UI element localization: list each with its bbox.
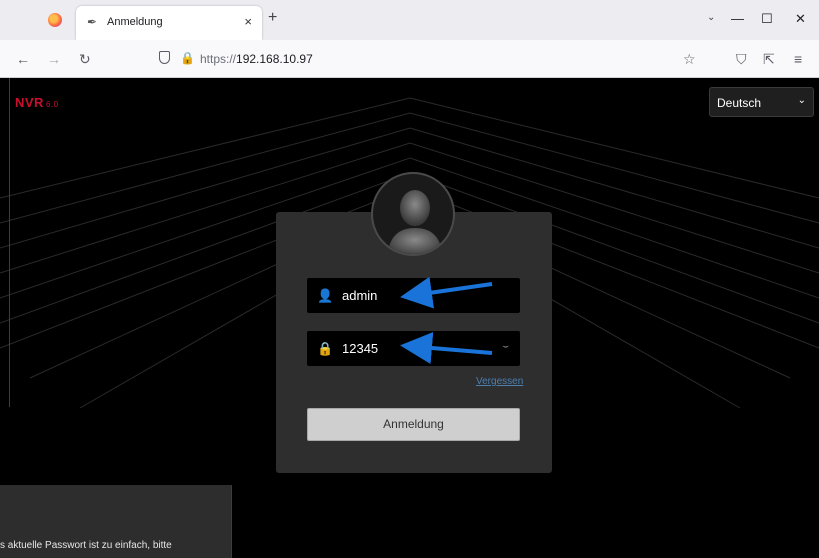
tab-close-icon[interactable]: ×	[244, 14, 252, 29]
extensions-icon[interactable]: ⇱	[763, 51, 775, 68]
password-value: 12345	[342, 341, 379, 356]
minimize-button[interactable]: —	[731, 11, 744, 26]
password-warning-toast: s aktuelle Passwort ist zu einfach, bitt…	[0, 485, 232, 558]
user-avatar-icon	[371, 172, 455, 256]
nvr-login-page: NVR 6.0 Deutsch ⌄ 👤 admin 🔒 12345 ⌣ Verge…	[0, 78, 819, 558]
browser-tab-active[interactable]: ✒ Anmeldung ×	[76, 6, 262, 40]
firefox-logo-icon[interactable]	[48, 13, 62, 27]
menu-icon[interactable]: ≡	[794, 51, 802, 67]
forward-arrow-icon[interactable]: →	[47, 51, 61, 67]
user-icon: 👤	[317, 288, 334, 303]
eye-closed-icon[interactable]: ⌣	[502, 341, 509, 352]
language-select[interactable]: Deutsch ⌄	[709, 87, 814, 117]
login-button[interactable]: Anmeldung	[307, 408, 520, 441]
forgot-password-link[interactable]: Vergessen	[476, 376, 523, 387]
reload-icon[interactable]: ↻	[79, 51, 91, 68]
browser-nav-bar: ← → ↻ 🔒 https://192.168.10.97 ☆ ⛉ ⇱ ≡	[0, 40, 819, 78]
lock-icon[interactable]: 🔒	[180, 51, 195, 65]
username-input[interactable]: 👤 admin	[307, 278, 520, 313]
username-value: admin	[342, 288, 378, 303]
pocket-icon[interactable]: ⛉	[736, 51, 747, 68]
shield-icon[interactable]	[159, 51, 170, 64]
favicon-icon: ✒	[87, 15, 98, 29]
star-icon[interactable]: ☆	[683, 51, 696, 68]
tab-title: Anmeldung	[107, 16, 163, 28]
browser-tab-bar: ✒ Anmeldung × + ⌄ — ☐ ✕	[0, 0, 819, 40]
toast-message: s aktuelle Passwort ist zu einfach, bitt…	[0, 540, 172, 551]
chevron-down-icon[interactable]: ⌄	[707, 12, 715, 23]
back-arrow-icon[interactable]: ←	[16, 51, 30, 67]
nvr-logo: NVR 6.0	[15, 95, 59, 110]
language-selected-value: Deutsch	[717, 96, 762, 110]
password-input[interactable]: 🔒 12345 ⌣	[307, 331, 520, 366]
new-tab-button[interactable]: +	[268, 9, 277, 27]
lock-icon: 🔒	[317, 341, 334, 356]
url-field[interactable]: https://192.168.10.97	[200, 52, 313, 66]
maximize-button[interactable]: ☐	[761, 11, 773, 27]
window-close-button[interactable]: ✕	[795, 11, 806, 27]
chevron-down-icon: ⌄	[797, 95, 806, 106]
left-border-line	[9, 78, 10, 407]
